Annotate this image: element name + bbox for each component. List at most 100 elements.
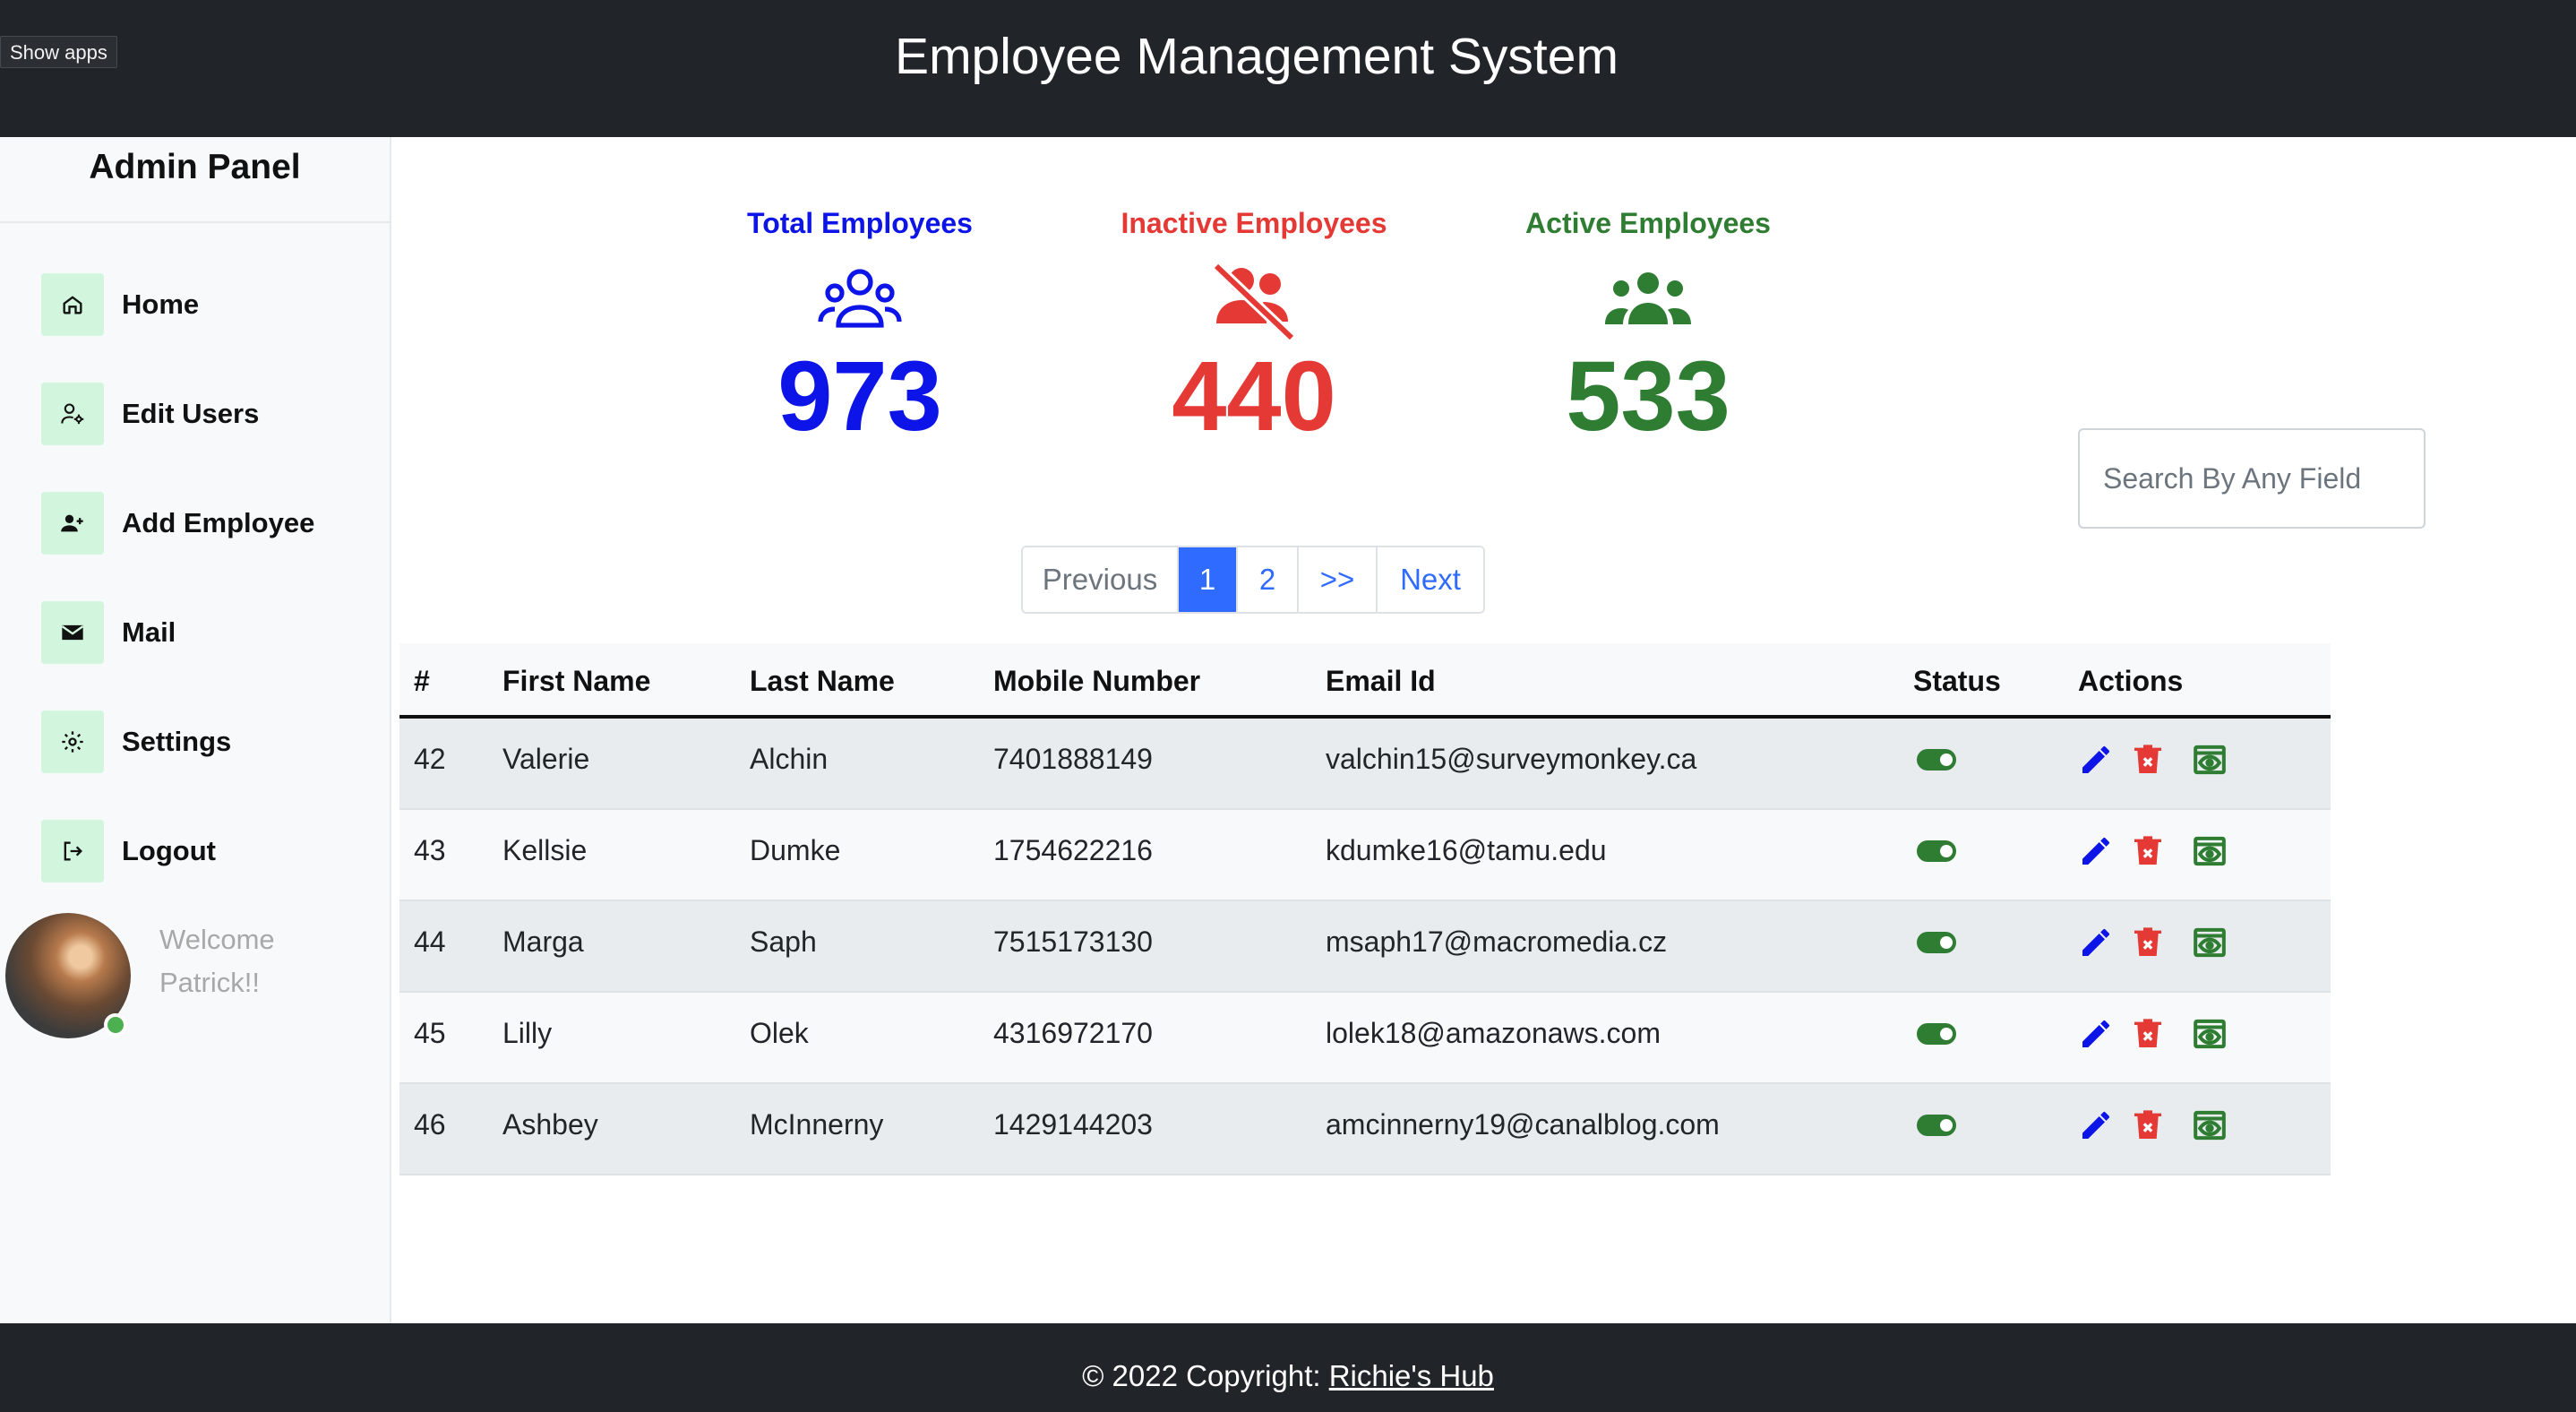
home-icon	[41, 273, 104, 336]
pagination: Previous 1 2 >> Next	[1021, 546, 1485, 614]
delete-icon[interactable]	[2128, 1012, 2168, 1055]
pagination-next-button[interactable]: Next	[1378, 547, 1483, 612]
stat-active-employees: Active Employees 533	[1487, 202, 1809, 451]
employee-table: # First Name Last Name Mobile Number Ema…	[399, 643, 2331, 1175]
stat-value: 973	[777, 341, 942, 452]
cell-first-name: Lilly	[502, 1017, 553, 1049]
stat-value: 533	[1566, 341, 1730, 452]
sidebar-item-label: Logout	[122, 835, 217, 866]
column-header-number: #	[414, 665, 430, 697]
sidebar: Admin Panel Home Edit Users Add Employee…	[0, 137, 391, 1323]
edit-icon[interactable]	[2076, 738, 2116, 781]
sidebar-heading: Admin Panel	[0, 144, 390, 223]
pagination-page-2[interactable]: 2	[1238, 547, 1299, 612]
footer-copyright: © 2022 Copyright:	[1082, 1359, 1329, 1392]
column-header-last-name: Last Name	[750, 665, 895, 697]
sidebar-item-label: Mail	[122, 616, 176, 648]
sidebar-item-settings[interactable]: Settings	[41, 710, 373, 773]
cell-mobile: 7401888149	[993, 743, 1153, 775]
table-header: # First Name Last Name Mobile Number Ema…	[399, 643, 2331, 719]
column-header-email: Email Id	[1326, 665, 1436, 697]
edit-icon[interactable]	[2076, 921, 2116, 964]
stat-value: 440	[1172, 341, 1336, 452]
delete-icon[interactable]	[2128, 921, 2168, 964]
status-toggle[interactable]	[1917, 1023, 1956, 1045]
sidebar-item-edit-users[interactable]: Edit Users	[41, 383, 373, 445]
status-toggle[interactable]	[1917, 1115, 1956, 1136]
cell-email: valchin15@surveymonkey.ca	[1326, 743, 1697, 775]
sidebar-item-label: Add Employee	[122, 507, 315, 538]
column-header-first-name: First Name	[502, 665, 651, 697]
status-toggle[interactable]	[1917, 749, 1956, 771]
delete-icon[interactable]	[2128, 830, 2168, 873]
cell-mobile: 1754622216	[993, 834, 1153, 866]
cell-last-name: Dumke	[750, 834, 841, 866]
edit-icon[interactable]	[2076, 1104, 2116, 1147]
pagination-page-1[interactable]: 1	[1179, 547, 1238, 612]
pagination-previous-button[interactable]: Previous	[1023, 547, 1179, 612]
stat-title: Inactive Employees	[1121, 207, 1387, 239]
cell-first-name: Valerie	[502, 743, 590, 775]
cell-first-name: Kellsie	[502, 834, 588, 866]
table-row: 44 Marga Saph 7515173130 msaph17@macromedia.…	[399, 901, 2331, 993]
view-icon[interactable]	[2190, 921, 2229, 964]
view-icon[interactable]	[2190, 1012, 2229, 1055]
table-body: 42 Valerie Alchin 7401888149 valchin15@surve…	[399, 719, 2331, 1175]
welcome-text: Welcome Patrick!!	[159, 918, 275, 1004]
column-header-actions: Actions	[2078, 665, 2184, 697]
gear-icon	[41, 710, 104, 773]
column-header-mobile: Mobile Number	[993, 665, 1201, 697]
stat-inactive-employees: Inactive Employees 440	[1093, 202, 1415, 451]
sidebar-item-label: Edit Users	[122, 398, 260, 429]
welcome-line: Welcome	[159, 924, 275, 955]
users-outline-icon	[699, 255, 1021, 345]
footer-link[interactable]: Richie's Hub	[1329, 1359, 1494, 1392]
cell-first-name: Marga	[502, 926, 584, 958]
delete-icon[interactable]	[2128, 1104, 2168, 1147]
cell-email: msaph17@macromedia.cz	[1326, 926, 1668, 958]
footer: © 2022 Copyright: Richie's Hub	[0, 1323, 2576, 1412]
cell-number: 44	[414, 926, 446, 958]
mail-icon	[41, 601, 104, 664]
sidebar-item-mail[interactable]: Mail	[41, 601, 373, 664]
online-status-dot	[104, 1013, 127, 1037]
user-gear-icon	[41, 383, 104, 445]
top-bar: Show apps Employee Management System	[0, 0, 2576, 137]
cell-last-name: Saph	[750, 926, 817, 958]
users-slash-icon	[1093, 255, 1415, 345]
delete-icon[interactable]	[2128, 738, 2168, 781]
search-input[interactable]	[2078, 428, 2426, 529]
cell-mobile: 7515173130	[993, 926, 1153, 958]
cell-last-name: McInnerny	[750, 1108, 884, 1141]
status-toggle[interactable]	[1917, 840, 1956, 862]
stat-total-employees: Total Employees 973	[699, 202, 1021, 451]
sidebar-item-logout[interactable]: Logout	[41, 820, 373, 882]
view-icon[interactable]	[2190, 830, 2229, 873]
users-icon	[1487, 255, 1809, 345]
edit-icon[interactable]	[2076, 830, 2116, 873]
cell-number: 45	[414, 1017, 446, 1049]
status-toggle[interactable]	[1917, 932, 1956, 953]
view-icon[interactable]	[2190, 738, 2229, 781]
cell-mobile: 1429144203	[993, 1108, 1153, 1141]
sidebar-item-add-employee[interactable]: Add Employee	[41, 492, 373, 555]
edit-icon[interactable]	[2076, 1012, 2116, 1055]
table-row: 43 Kellsie Dumke 1754622216 kdumke16@tamu.ed…	[399, 810, 2331, 901]
cell-last-name: Alchin	[750, 743, 829, 775]
table-row: 46 Ashbey McInnerny 1429144203 amcinnerny19@…	[399, 1084, 2331, 1175]
cell-email: lolek18@amazonaws.com	[1326, 1017, 1661, 1049]
page-title: Employee Management System	[895, 28, 1619, 85]
cell-number: 43	[414, 834, 446, 866]
sidebar-item-label: Settings	[122, 726, 232, 757]
cell-last-name: Olek	[750, 1017, 809, 1049]
cell-first-name: Ashbey	[502, 1108, 598, 1141]
column-header-status: Status	[1913, 665, 2001, 697]
stat-title: Total Employees	[747, 207, 973, 239]
sidebar-item-label: Home	[122, 288, 200, 320]
cell-email: kdumke16@tamu.edu	[1326, 834, 1607, 866]
pagination-jump-button[interactable]: >>	[1299, 547, 1378, 612]
sidebar-item-home[interactable]: Home	[41, 273, 373, 336]
stat-title: Active Employees	[1525, 207, 1771, 239]
view-icon[interactable]	[2190, 1104, 2229, 1147]
user-profile: Welcome Patrick!!	[5, 913, 382, 1047]
